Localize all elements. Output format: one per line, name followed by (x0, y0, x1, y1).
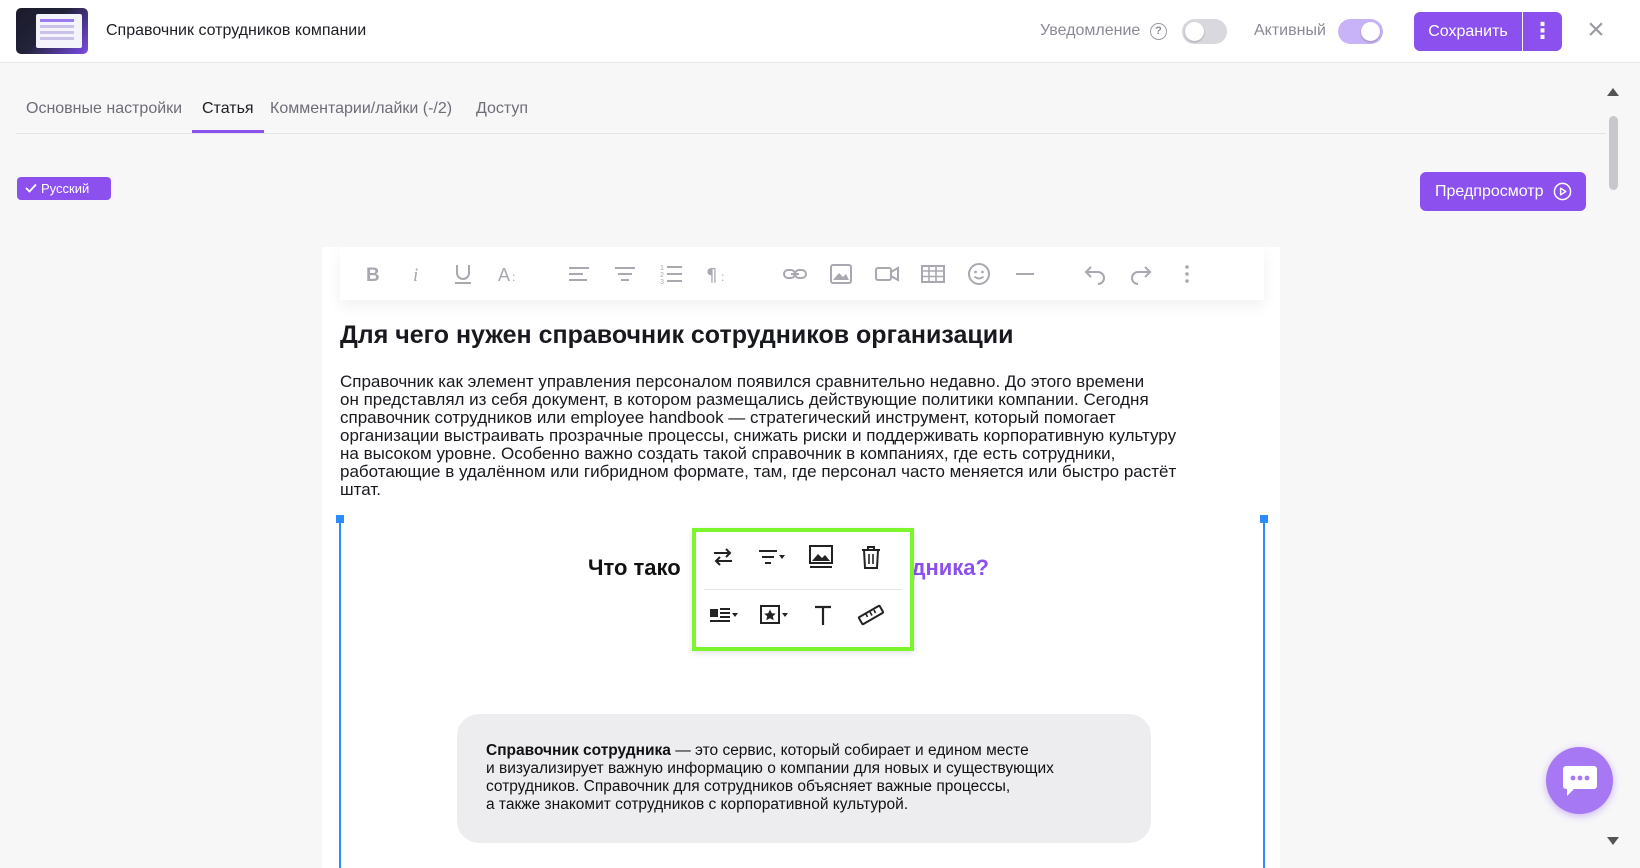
notification-toggle[interactable] (1182, 19, 1227, 44)
definition-line: и визуализирует важную информацию о комп… (486, 760, 1054, 777)
top-bar: Справочник сотрудников компании Уведомле… (0, 0, 1640, 63)
svg-text::: : (512, 270, 515, 284)
image-heading-left: Что тако (588, 555, 681, 580)
underline-icon[interactable] (450, 261, 476, 287)
replace-image-icon[interactable] (708, 542, 738, 572)
align-left-icon[interactable] (566, 261, 592, 287)
chat-widget-button[interactable] (1546, 747, 1613, 814)
definition-line: Справочник сотрудника — это сервис, кото… (486, 742, 1126, 760)
align-image-icon[interactable] (756, 542, 786, 572)
definition-line: а также знакомит сотрудников с корпорати… (486, 796, 909, 813)
align-center-icon[interactable] (612, 261, 638, 287)
article-paragraph[interactable]: Справочник как элемент управления персон… (340, 373, 1260, 499)
paragraph-line: работающие в удалённом или гибридном фор… (340, 462, 1177, 481)
ordered-list-icon[interactable]: 123 (658, 261, 684, 287)
paragraph-line: он представлял из себя документ, в котор… (340, 390, 1149, 409)
definition-line-text: — это сервис, который собирает и едином … (670, 742, 1029, 759)
svg-text::: : (721, 270, 724, 284)
svg-text:i: i (413, 265, 418, 286)
scroll-down-arrow-icon[interactable] (1606, 835, 1620, 847)
font-size-icon[interactable]: A: (496, 261, 522, 287)
active-label: Активный (1254, 22, 1326, 39)
chat-bubble-icon (1563, 766, 1597, 796)
article-editor[interactable]: B i A: 123 ¶: Для чего нужен справочник … (322, 247, 1280, 868)
alt-text-icon[interactable] (808, 600, 838, 630)
paragraph-format-icon[interactable]: ¶: (704, 261, 730, 287)
image-style-icon[interactable] (758, 600, 788, 630)
redo-icon[interactable] (1128, 261, 1154, 287)
tab-bar: Основные настройки Статья Комментарии/ла… (16, 90, 1606, 134)
save-button[interactable]: Сохранить (1414, 12, 1522, 51)
document-thumbnail (16, 8, 88, 54)
preview-button[interactable]: Предпросмотр (1420, 172, 1586, 211)
svg-text:B: B (366, 265, 380, 286)
active-toggle[interactable] (1338, 19, 1383, 44)
definition-line: сотрудников. Справочник для сотрудников … (486, 778, 1011, 795)
scroll-up-arrow-icon[interactable] (1606, 86, 1620, 98)
more-vertical-icon: ⋮ (1531, 18, 1554, 43)
tab-main-settings[interactable]: Основные настройки (16, 100, 192, 133)
image-icon[interactable] (828, 261, 854, 287)
bold-icon[interactable]: B (360, 261, 386, 287)
image-caption-icon[interactable] (806, 542, 836, 572)
tab-article[interactable]: Статья (192, 100, 264, 133)
play-circle-icon (1553, 182, 1572, 201)
scrollbar-thumb[interactable] (1609, 116, 1618, 190)
definition-term: Справочник сотрудника (486, 742, 671, 759)
svg-text:2: 2 (660, 272, 664, 279)
paragraph-line: организации выстраивать прозрачные проце… (340, 426, 1177, 445)
definition-text: Справочник сотрудника — это сервис, кото… (486, 742, 1126, 814)
more-icon[interactable] (1174, 261, 1200, 287)
save-more-button[interactable]: ⋮ (1523, 12, 1562, 51)
language-badge[interactable]: Русский (17, 177, 111, 200)
undo-icon[interactable] (1082, 261, 1108, 287)
link-icon[interactable] (782, 261, 808, 287)
toggle-knob (1361, 22, 1380, 41)
delete-image-icon[interactable] (856, 542, 886, 572)
svg-text:3: 3 (660, 279, 664, 286)
svg-text:1: 1 (660, 265, 664, 272)
resize-handle-top-left[interactable] (336, 515, 344, 523)
paragraph-line: на высоком уровне. Особенно важно создат… (340, 444, 1116, 463)
italic-icon[interactable]: i (404, 261, 430, 287)
emoji-icon[interactable] (966, 261, 992, 287)
document-title: Справочник сотрудников компании (106, 22, 367, 39)
selection-border-right (1263, 519, 1265, 868)
selection-border-left (339, 519, 341, 868)
editor-toolbar: B i A: 123 ¶: (340, 247, 1264, 300)
definition-card: Справочник сотрудника — это сервис, кото… (457, 714, 1151, 843)
paragraph-line: справочник сотрудников или employee hand… (340, 408, 1116, 427)
table-icon[interactable] (920, 261, 946, 287)
image-toolbar (692, 528, 914, 651)
preview-label: Предпросмотр (1435, 183, 1544, 200)
video-icon[interactable] (874, 261, 900, 287)
language-label: Русский (41, 181, 90, 196)
svg-text:¶: ¶ (706, 265, 717, 286)
display-icon[interactable] (708, 600, 738, 630)
tab-comments-likes[interactable]: Комментарии/лайки (-/2) (260, 100, 462, 133)
notification-label: Уведомление (1040, 22, 1141, 39)
close-icon[interactable]: × (1582, 15, 1610, 45)
tab-access[interactable]: Доступ (466, 100, 538, 133)
check-icon (25, 177, 37, 200)
toggle-knob (1185, 22, 1204, 41)
article-heading[interactable]: Для чего нужен справочник сотрудников ор… (340, 321, 1013, 350)
paragraph-line: штат. (340, 480, 381, 499)
help-icon[interactable]: ? (1150, 23, 1167, 40)
image-size-icon[interactable] (856, 600, 886, 630)
svg-text:A: A (498, 265, 510, 285)
paragraph-line: Справочник как элемент управления персон… (340, 372, 1145, 391)
toolbar-divider (704, 589, 902, 590)
resize-handle-top-right[interactable] (1260, 515, 1268, 523)
horizontal-line-icon[interactable] (1012, 261, 1038, 287)
